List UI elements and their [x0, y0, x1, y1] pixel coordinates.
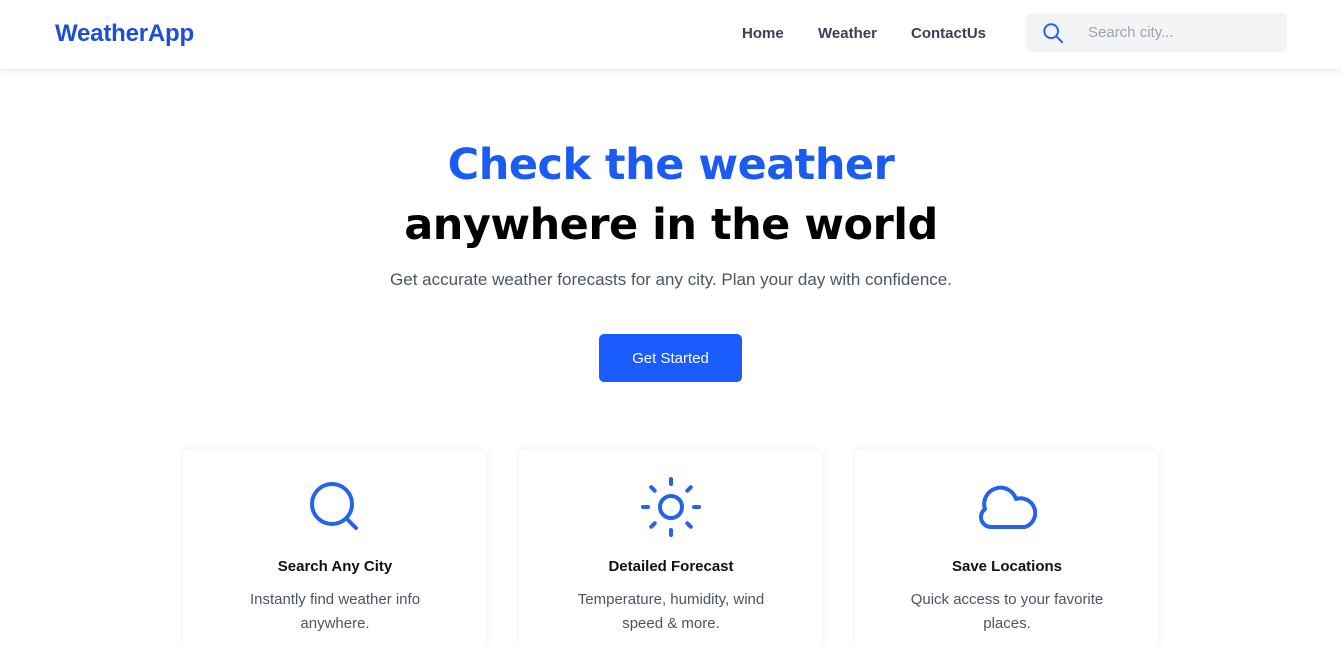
hero-title-highlight: Check the weather [447, 140, 895, 190]
feature-description: Quick access to your favorite places. [910, 591, 1104, 632]
nav-link-home[interactable]: Home [742, 25, 784, 42]
feature-title: Detailed Forecast [608, 558, 734, 575]
sun-icon [641, 477, 701, 537]
hero-title: anywhere in the world [404, 200, 938, 250]
brand-logo[interactable]: WeatherApp [55, 20, 194, 48]
cloud-icon [979, 485, 1037, 529]
feature-title: Save Locations [951, 558, 1063, 575]
hero-subtitle: Get accurate weather forecasts for any c… [390, 270, 952, 289]
feature-description: Temperature, humidity, wind speed & more… [577, 591, 765, 632]
search-icon [310, 482, 358, 530]
search-input[interactable] [1088, 13, 1278, 52]
nav-link-contact-us[interactable]: ContactUs [911, 25, 986, 42]
get-started-button[interactable]: Get Started [599, 334, 742, 382]
feature-description: Instantly find weather info anywhere. [249, 591, 421, 632]
feature-title: Search Any City [277, 558, 393, 575]
navbar: WeatherApp Home Weather ContactUs [0, 0, 1342, 69]
feature-card-search: Search Any City Instantly find weather i… [183, 449, 487, 645]
feature-card-save: Save Locations Quick access to your favo… [855, 449, 1159, 645]
search-icon[interactable] [1042, 22, 1064, 44]
feature-card-forecast: Detailed Forecast Temperature, humidity,… [519, 449, 823, 645]
search-bar[interactable] [1026, 13, 1287, 52]
nav-link-weather[interactable]: Weather [818, 25, 877, 42]
